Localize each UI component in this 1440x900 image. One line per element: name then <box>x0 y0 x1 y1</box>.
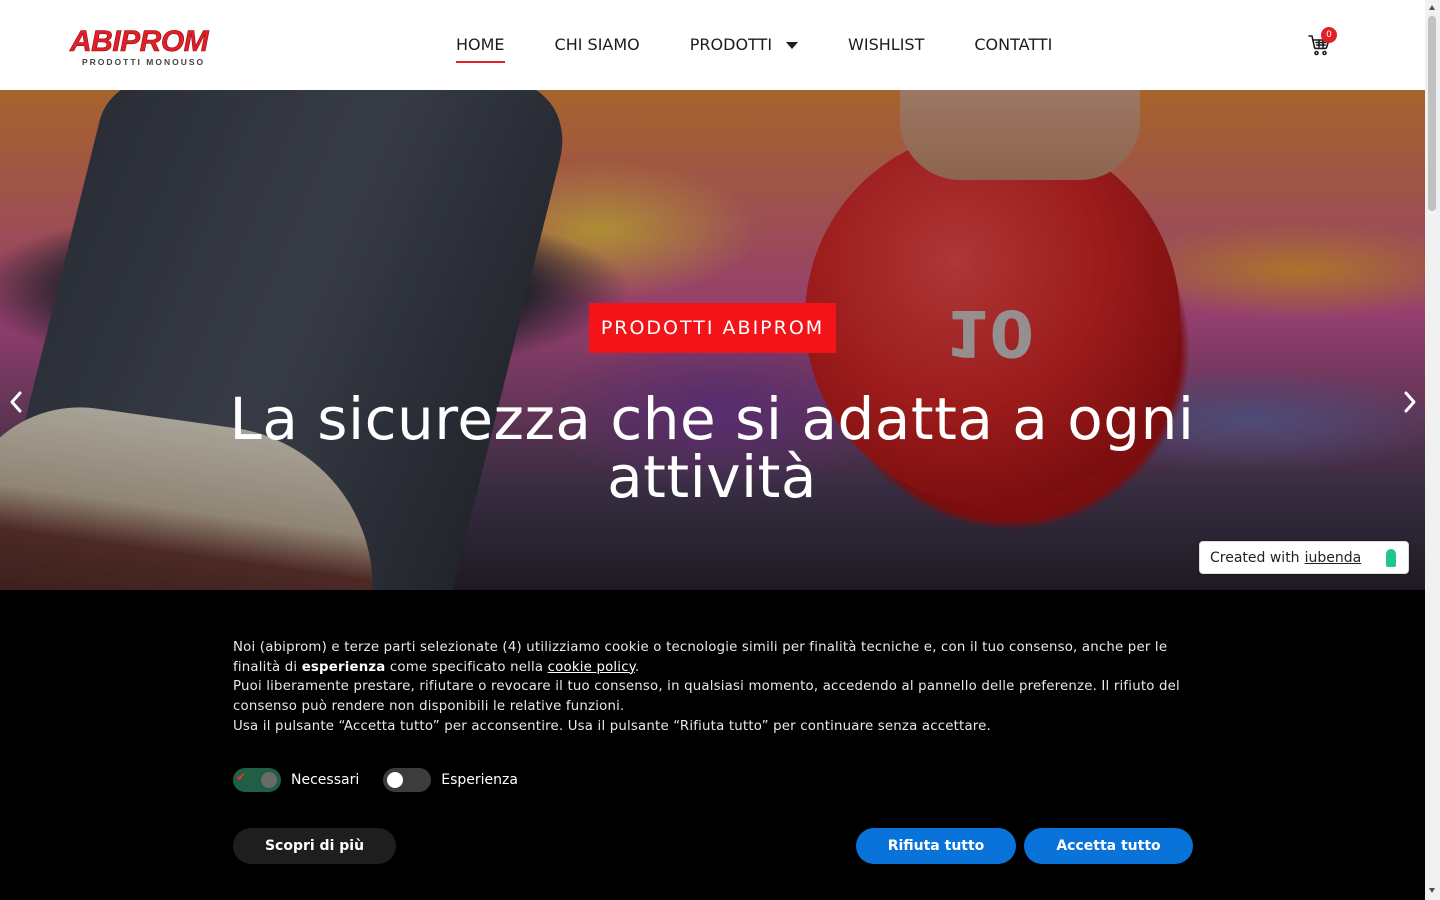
toggle-label-esperienza: Esperienza <box>441 772 518 788</box>
cookie-banner: Noi (abiprom) e terze parti selezionate … <box>0 590 1425 900</box>
nav-item-chi-siamo[interactable]: CHI SIAMO <box>555 34 640 56</box>
hero-badge: PRODOTTI ABIPROM <box>589 303 836 353</box>
cookie-text-segment: . <box>634 659 640 675</box>
cookie-text-segment: come specificato nella <box>385 659 548 675</box>
nav-item-contatti[interactable]: CONTATTI <box>974 34 1052 56</box>
cart-count-badge: 0 <box>1321 27 1337 43</box>
cookie-paragraph-2: Puoi liberamente prestare, rifiutare o r… <box>233 679 1180 715</box>
iubenda-link[interactable]: iubenda <box>1305 550 1362 566</box>
main-nav: HOME CHI SIAMO PRODOTTI WISHLIST CONTATT… <box>456 34 1102 63</box>
nav-item-label: PRODOTTI <box>689 35 773 54</box>
hero-slider: 10 PRODOTTI ABIPROM La sicurezza che si … <box>0 90 1425 590</box>
nav-item-label: CHI SIAMO <box>554 35 640 54</box>
consent-toggles: ✔ Necessari Esperienza <box>233 768 542 792</box>
logo-text: ABIPROM <box>70 25 209 58</box>
nav-item-label: HOME <box>456 35 505 54</box>
toggle-esperienza[interactable] <box>383 768 432 792</box>
site-header: ABIPROM PRODOTTI MONOUSO HOME CHI SIAMO … <box>0 0 1425 90</box>
chevron-right-icon[interactable] <box>1400 390 1420 414</box>
brand-logo[interactable]: ABIPROM PRODOTTI MONOUSO <box>70 25 209 67</box>
iubenda-logo-icon <box>1386 549 1396 567</box>
nav-item-home[interactable]: HOME <box>456 34 505 63</box>
page-scrollbar[interactable] <box>1425 0 1440 900</box>
iubenda-badge[interactable]: Created with iubenda <box>1199 541 1409 574</box>
nav-item-prodotti[interactable]: PRODOTTI <box>689 34 799 56</box>
caret-down-icon <box>786 41 799 49</box>
cookie-policy-link[interactable]: cookie policy <box>548 660 635 675</box>
learn-more-button[interactable]: Scopri di più <box>233 828 396 864</box>
nav-item-wishlist[interactable]: WISHLIST <box>848 34 924 56</box>
cookie-paragraph-3: Usa il pulsante “Accetta tutto” per acco… <box>233 718 991 734</box>
toggle-necessari[interactable]: ✔ <box>233 768 281 792</box>
scroll-down-icon[interactable] <box>1429 888 1435 893</box>
chevron-left-icon[interactable] <box>6 390 26 414</box>
check-icon: ✔ <box>236 770 247 784</box>
iubenda-prefix: Created with <box>1210 549 1300 566</box>
nav-item-label: CONTATTI <box>974 35 1053 54</box>
scroll-thumb[interactable] <box>1428 16 1436 211</box>
hero-title: La sicurezza che si adatta a ogni attivi… <box>229 385 1195 511</box>
toggle-label-necessari: Necessari <box>291 772 360 788</box>
cookie-text: Noi (abiprom) e terze parti selezionate … <box>233 638 1193 737</box>
reject-all-button[interactable]: Rifiuta tutto <box>856 828 1016 864</box>
cookie-paragraph-1: Noi (abiprom) e terze parti selezionate … <box>233 638 1193 677</box>
cookie-bold-purpose: esperienza <box>301 659 386 675</box>
scroll-up-icon[interactable] <box>1429 5 1435 10</box>
accept-all-button[interactable]: Accetta tutto <box>1024 828 1193 864</box>
logo-tagline: PRODOTTI MONOUSO <box>82 57 206 67</box>
nav-item-label: WISHLIST <box>848 35 925 54</box>
